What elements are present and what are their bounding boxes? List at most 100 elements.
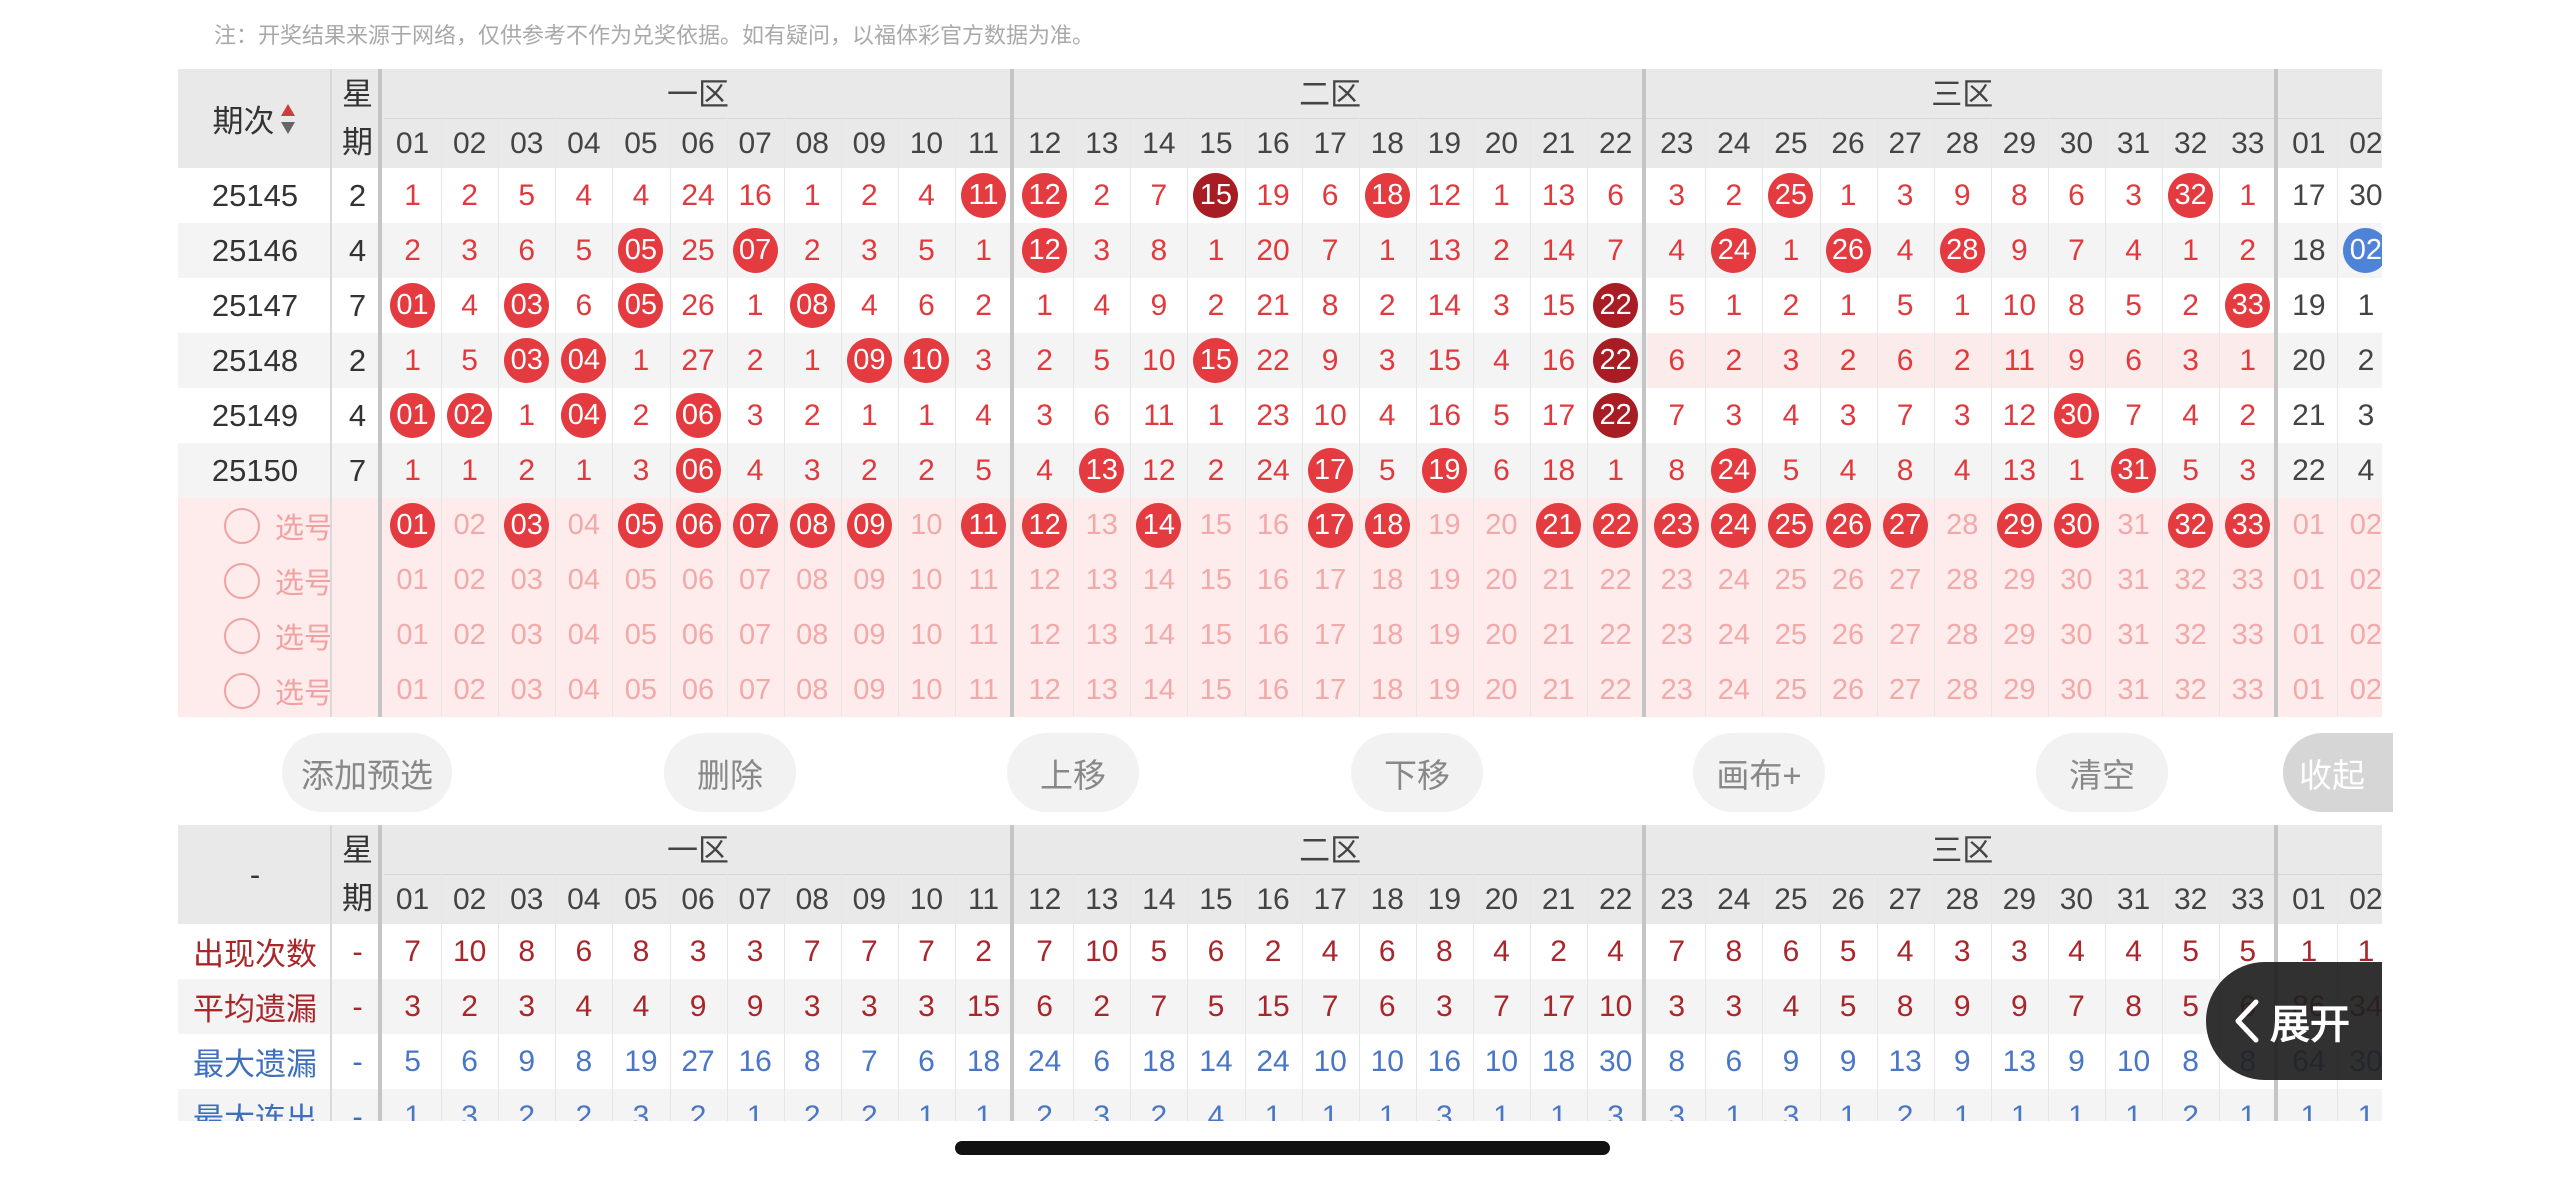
pick-label[interactable]: 选号 <box>264 504 344 548</box>
picked-number-ball[interactable]: 05 <box>618 503 664 548</box>
pick-number[interactable]: 03 <box>499 667 555 715</box>
pick-number[interactable]: 06 <box>670 612 726 660</box>
period-sort-header[interactable]: 期次 <box>178 69 331 168</box>
pick-number[interactable]: 05 <box>613 612 669 660</box>
pick-number[interactable]: 11 <box>956 557 1012 605</box>
pick-number[interactable]: 10 <box>898 612 954 660</box>
pick-number[interactable]: 33 <box>2220 612 2276 660</box>
pick-number[interactable]: 01 <box>2281 612 2337 660</box>
pick-number[interactable]: 21 <box>1531 612 1587 660</box>
pick-number[interactable]: 25 <box>1763 557 1819 605</box>
pick-radio[interactable] <box>224 507 260 544</box>
pick-number[interactable]: 22 <box>1588 557 1644 605</box>
pick-number[interactable]: 27 <box>1877 612 1933 660</box>
picked-number-ball[interactable]: 09 <box>846 503 892 548</box>
pick-number[interactable]: 20 <box>1473 667 1529 715</box>
pick-number[interactable]: 31 <box>2106 502 2162 550</box>
pick-number[interactable]: 27 <box>1877 667 1933 715</box>
picked-number-ball[interactable]: 11 <box>961 503 1007 548</box>
pick-number[interactable]: 02 <box>442 667 498 715</box>
pick-number[interactable]: 04 <box>556 612 612 660</box>
pick-number[interactable]: 30 <box>2048 557 2104 605</box>
pick-number[interactable]: 01 <box>2281 667 2337 715</box>
pick-number[interactable]: 13 <box>1074 502 1130 550</box>
pick-number[interactable]: 07 <box>727 612 783 660</box>
add-preselect-button[interactable]: 添加预选 <box>282 733 452 812</box>
picked-number-ball[interactable]: 32 <box>2168 503 2214 548</box>
pick-number[interactable]: 01 <box>385 667 441 715</box>
pick-number[interactable]: 14 <box>1131 612 1187 660</box>
pick-number[interactable]: 04 <box>556 502 612 550</box>
pick-number[interactable]: 29 <box>1991 612 2047 660</box>
pick-number[interactable]: 10 <box>898 502 954 550</box>
pick-number[interactable]: 17 <box>1302 667 1358 715</box>
pick-number[interactable]: 15 <box>1188 667 1244 715</box>
pick-radio[interactable] <box>224 617 260 654</box>
pick-number[interactable]: 32 <box>2163 557 2219 605</box>
pick-number[interactable]: 26 <box>1820 557 1876 605</box>
pick-number[interactable]: 09 <box>841 557 897 605</box>
pick-number[interactable]: 22 <box>1588 612 1644 660</box>
pick-number[interactable]: 01 <box>385 612 441 660</box>
pick-number[interactable]: 04 <box>556 557 612 605</box>
pick-number[interactable]: 05 <box>613 557 669 605</box>
pick-number[interactable]: 02 <box>2338 612 2382 660</box>
pick-number[interactable]: 15 <box>1188 557 1244 605</box>
pick-number[interactable]: 01 <box>2281 502 2337 550</box>
pick-number[interactable]: 07 <box>727 557 783 605</box>
pick-number[interactable]: 29 <box>1991 557 2047 605</box>
move-down-button[interactable]: 下移 <box>1351 733 1483 812</box>
pick-number[interactable]: 25 <box>1763 667 1819 715</box>
pick-number[interactable]: 08 <box>784 557 840 605</box>
pick-number[interactable]: 01 <box>2281 557 2337 605</box>
picked-number-ball[interactable]: 03 <box>504 503 550 548</box>
picked-number-ball[interactable]: 23 <box>1654 503 1700 548</box>
pick-radio[interactable] <box>224 562 260 599</box>
pick-radio[interactable] <box>224 672 260 709</box>
pick-number[interactable]: 23 <box>1649 612 1705 660</box>
pick-number[interactable]: 19 <box>1416 502 1472 550</box>
pick-number[interactable]: 13 <box>1074 557 1130 605</box>
pick-number[interactable]: 02 <box>2338 557 2382 605</box>
pick-number[interactable]: 29 <box>1991 667 2047 715</box>
picked-number-ball[interactable]: 17 <box>1307 503 1353 548</box>
pick-number[interactable]: 25 <box>1763 612 1819 660</box>
pick-label[interactable]: 选号 <box>264 559 344 603</box>
pick-number[interactable]: 07 <box>727 667 783 715</box>
picked-number-ball[interactable]: 24 <box>1711 503 1757 548</box>
pick-number[interactable]: 17 <box>1302 557 1358 605</box>
pick-number[interactable]: 33 <box>2220 667 2276 715</box>
pick-number[interactable]: 28 <box>1934 612 1990 660</box>
pick-number[interactable]: 24 <box>1706 557 1762 605</box>
pick-number[interactable]: 04 <box>556 667 612 715</box>
picked-number-ball[interactable]: 01 <box>390 503 436 548</box>
pick-number[interactable]: 30 <box>2048 667 2104 715</box>
pick-number[interactable]: 18 <box>1359 612 1415 660</box>
pick-number[interactable]: 28 <box>1934 502 1990 550</box>
pick-number[interactable]: 03 <box>499 557 555 605</box>
pick-number[interactable]: 23 <box>1649 557 1705 605</box>
picked-number-ball[interactable]: 06 <box>675 503 721 548</box>
pick-number[interactable]: 01 <box>385 557 441 605</box>
pick-number[interactable]: 06 <box>670 557 726 605</box>
pick-number[interactable]: 02 <box>442 612 498 660</box>
pick-number[interactable]: 08 <box>784 667 840 715</box>
pick-number[interactable]: 19 <box>1416 667 1472 715</box>
delete-button[interactable]: 删除 <box>664 733 796 812</box>
picked-number-ball[interactable]: 27 <box>1882 503 1928 548</box>
pick-number[interactable]: 10 <box>898 557 954 605</box>
clear-button[interactable]: 清空 <box>2036 733 2168 812</box>
pick-number[interactable]: 31 <box>2106 612 2162 660</box>
pick-number[interactable]: 22 <box>1588 667 1644 715</box>
pick-number[interactable]: 06 <box>670 667 726 715</box>
pick-number[interactable]: 10 <box>898 667 954 715</box>
pick-number[interactable]: 15 <box>1188 612 1244 660</box>
pick-number[interactable]: 26 <box>1820 667 1876 715</box>
picked-number-ball[interactable]: 07 <box>732 503 778 548</box>
pick-number[interactable]: 12 <box>1017 557 1073 605</box>
pick-number[interactable]: 11 <box>956 667 1012 715</box>
pick-number[interactable]: 15 <box>1188 502 1244 550</box>
pick-number[interactable]: 14 <box>1131 667 1187 715</box>
picked-number-ball[interactable]: 29 <box>1996 503 2042 548</box>
picked-number-ball[interactable]: 08 <box>789 503 835 548</box>
